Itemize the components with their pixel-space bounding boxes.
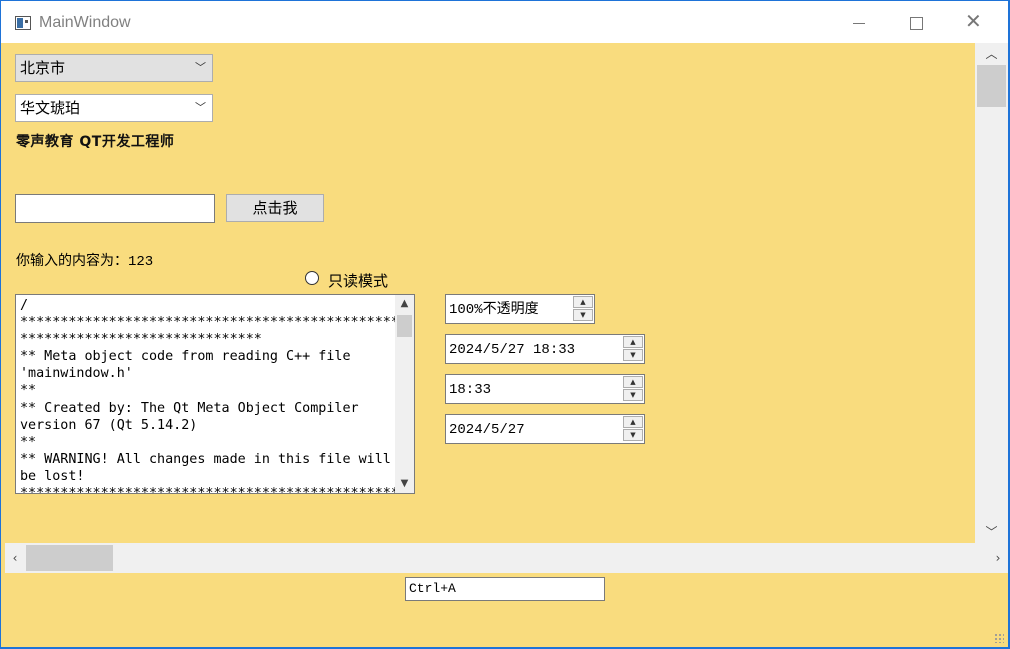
time-edit[interactable]: 18:33 ▲ ▼ — [445, 374, 645, 404]
datetime-edit-value: 2024/5/27 18:33 — [449, 342, 576, 358]
font-combobox[interactable]: 华文琥珀 ﹀ — [15, 94, 213, 122]
chevron-down-icon: ﹀ — [195, 101, 206, 114]
chevron-down-icon: ﹀ — [195, 61, 206, 74]
click-me-button[interactable]: 点击我 — [226, 194, 324, 222]
scroll-up-icon[interactable]: ▲ — [395, 295, 414, 313]
spin-up-icon[interactable]: ▲ — [623, 376, 643, 388]
spin-up-icon[interactable]: ▲ — [573, 296, 593, 308]
scroll-down-icon[interactable]: ﹀ — [975, 521, 1008, 543]
scroll-right-icon[interactable]: › — [988, 543, 1008, 573]
scroll-up-icon[interactable]: ︿ — [975, 43, 1008, 65]
readonly-radio-label: 只读模式 — [328, 272, 389, 290]
horizontal-scrollbar[interactable]: ‹ › — [5, 543, 1008, 573]
scroll-thumb[interactable] — [397, 315, 412, 337]
city-combobox[interactable]: 北京市 ﹀ — [15, 54, 213, 82]
banner-label: 零声教育 QT开发工程师 — [16, 134, 175, 150]
vertical-scrollbar[interactable]: ︿ ﹀ — [975, 43, 1008, 543]
spin-down-icon[interactable]: ▼ — [573, 309, 593, 321]
key-sequence-edit[interactable]: Ctrl+A — [405, 577, 605, 601]
close-icon: ✕ — [965, 9, 982, 33]
time-edit-value: 18:33 — [449, 382, 492, 398]
text-edit-scrollbar[interactable]: ▲ ▼ — [395, 295, 414, 493]
spin-down-icon[interactable]: ▼ — [623, 349, 643, 361]
city-combobox-value: 北京市 — [20, 59, 66, 77]
spin-up-icon[interactable]: ▲ — [623, 336, 643, 348]
code-text-content: / **************************************… — [20, 298, 399, 494]
spin-down-icon[interactable]: ▼ — [623, 389, 643, 401]
window-title: MainWindow — [39, 14, 131, 31]
maximize-button[interactable] — [893, 1, 939, 43]
main-window: MainWindow ✕ 北京市 ﹀ 华文琥珀 ﹀ 零声教育 QT开发工程师 点… — [1, 1, 1008, 647]
vertical-scroll-thumb[interactable] — [977, 65, 1006, 107]
code-text-edit[interactable]: / **************************************… — [15, 294, 415, 494]
opacity-spinbox[interactable]: 100%不透明度 ▲ ▼ — [445, 294, 595, 324]
close-button[interactable]: ✕ — [952, 1, 998, 43]
text-input[interactable] — [15, 194, 215, 223]
minimize-button[interactable] — [835, 1, 881, 43]
spin-down-icon[interactable]: ▼ — [623, 429, 643, 441]
datetime-edit[interactable]: 2024/5/27 18:33 ▲ ▼ — [445, 334, 645, 364]
scroll-left-icon[interactable]: ‹ — [5, 543, 25, 573]
radio-circle-icon[interactable] — [305, 271, 319, 285]
spin-up-icon[interactable]: ▲ — [623, 416, 643, 428]
font-combobox-value: 华文琥珀 — [20, 99, 81, 117]
horizontal-scroll-thumb[interactable] — [26, 545, 113, 571]
resize-grip-icon[interactable] — [994, 633, 1004, 643]
title-bar: MainWindow ✕ — [1, 1, 1008, 43]
app-icon — [15, 16, 31, 30]
date-edit-value: 2024/5/27 — [449, 422, 525, 438]
opacity-spinbox-value: 100%不透明度 — [449, 302, 539, 318]
echo-label: 你输入的内容为：123 — [16, 254, 154, 270]
date-edit[interactable]: 2024/5/27 ▲ ▼ — [445, 414, 645, 444]
scroll-down-icon[interactable]: ▼ — [395, 475, 414, 493]
